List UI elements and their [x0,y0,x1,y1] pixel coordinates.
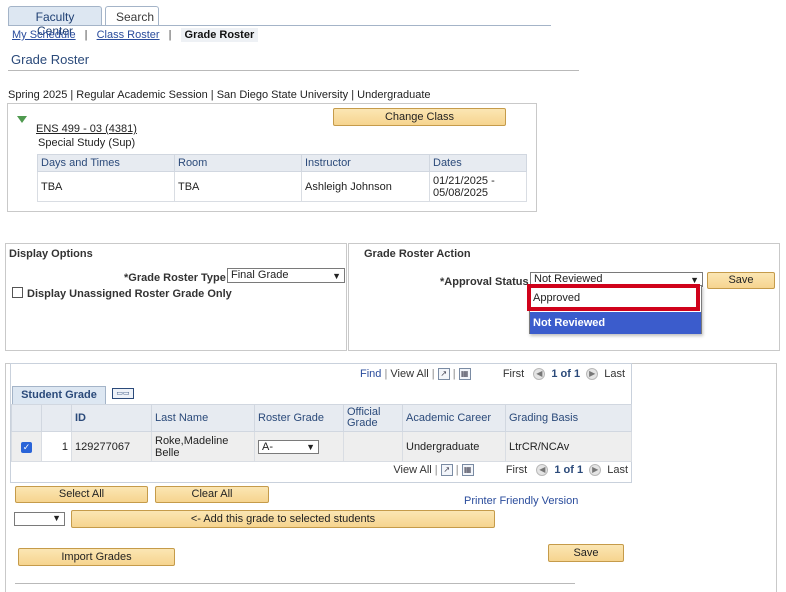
breadcrumb-class-roster[interactable]: Class Roster [97,29,160,41]
download-grid-icon[interactable]: ▦ [461,464,474,477]
previous-icon[interactable]: ◀ [536,464,549,477]
row-id: 129277067 [71,431,152,462]
last-link[interactable]: Last [607,464,628,476]
chevron-down-icon: ▼ [332,271,341,281]
breadcrumb-separator: | [168,29,172,41]
grade-select[interactable]: ▼ [14,512,65,526]
next-icon[interactable]: ▶ [589,464,602,477]
unassigned-label: Display Unassigned Roster Grade Only [27,288,232,300]
schedule-header-dates: Dates [429,154,527,172]
session-info: Spring 2025 | Regular Academic Session |… [8,89,431,101]
roster-action-title: Grade Roster Action [364,248,471,260]
page-title: Grade Roster [11,52,90,67]
change-class-button[interactable]: Change Class [333,108,506,126]
grades-table: ID Last Name Roster Grade Official Grade… [11,404,632,462]
display-options-title: Display Options [9,248,93,260]
chevron-down-icon: ▼ [306,441,315,452]
find-link[interactable]: Find [360,368,381,380]
unassigned-checkbox[interactable] [12,287,23,298]
add-grade-button[interactable]: <- Add this grade to selected students [71,510,495,528]
header-last-name: Last Name [151,404,255,432]
roster-grade-value: A- [262,440,273,453]
row-select-cell: ✓ [11,431,42,462]
schedule-header-days: Days and Times [37,154,175,172]
schedule-table: Days and Times Room Instructor Dates TBA… [37,154,527,202]
row-roster-grade-cell: A- ▼ [254,431,344,462]
view-all-link[interactable]: View All [393,464,431,476]
collapse-triangle-icon[interactable] [17,116,27,123]
header-official-grade: Official Grade [343,404,403,432]
tab-divider [8,25,551,26]
schedule-header-room: Room [174,154,302,172]
previous-icon[interactable]: ◀ [533,368,546,381]
next-icon[interactable]: ▶ [586,368,599,381]
display-options-panel: Display Options *Grade Roster Type Final… [5,243,347,351]
breadcrumb-current: Grade Roster [180,28,259,42]
view-all-link[interactable]: View All [390,368,428,380]
select-all-button[interactable]: Select All [15,486,148,503]
printer-friendly-link[interactable]: Printer Friendly Version [464,495,578,507]
header-row-num [41,404,72,432]
header-select [11,404,42,432]
last-link[interactable]: Last [604,368,625,380]
roster-type-label: *Grade Roster Type [124,272,226,284]
range-label: 1 of 1 [554,464,584,476]
title-divider [8,70,579,71]
tab-search[interactable]: Search [105,6,159,26]
tab-faculty-center[interactable]: Faculty Center [8,6,102,38]
breadcrumb-my-schedule[interactable]: My Schedule [12,29,76,41]
breadcrumb: My Schedule | Class Roster | Grade Roste… [12,28,259,42]
header-roster-grade: Roster Grade [254,404,344,432]
row-official-grade [343,431,403,462]
approval-save-button[interactable]: Save [707,272,775,289]
save-button[interactable]: Save [548,544,624,562]
zoom-icon[interactable]: ↗ [440,464,453,477]
schedule-room: TBA [174,171,302,202]
roster-type-select[interactable]: Final Grade ▼ [227,268,345,283]
approval-status-label: *Approval Status [440,276,529,288]
bottom-divider [15,583,575,584]
class-description: Special Study (Sup) [38,137,136,149]
row-select-checkbox[interactable]: ✓ [21,441,32,453]
row-number: 1 [41,431,72,462]
breadcrumb-separator: | [84,29,88,41]
header-grading-basis: Grading Basis [505,404,632,432]
grid-nav-top: Find | View All | ↗ | ▦ First ◀ 1 of 1 ▶… [360,368,625,381]
show-all-columns-icon[interactable]: ▭▭ [112,388,134,399]
download-grid-icon[interactable]: ▦ [458,368,471,381]
range-label: 1 of 1 [551,368,581,380]
roster-grade-select[interactable]: A- ▼ [258,439,319,454]
schedule-days: TBA [37,171,175,202]
header-academic-career: Academic Career [402,404,506,432]
dropdown-option-not-reviewed[interactable]: Not Reviewed [530,312,701,334]
student-grade-grid: Find | View All | ↗ | ▦ First ◀ 1 of 1 ▶… [10,363,632,483]
first-link[interactable]: First [506,464,527,476]
tab-student-grade[interactable]: Student Grade [12,386,106,404]
chevron-down-icon: ▼ [52,513,61,523]
schedule-instructor: Ashleigh Johnson [301,171,430,202]
class-info-panel: ENS 499 - 03 (4381) Special Study (Sup) … [7,103,537,212]
first-link[interactable]: First [503,368,524,380]
roster-type-value: Final Grade [231,269,289,281]
schedule-header-instructor: Instructor [301,154,430,172]
clear-all-button[interactable]: Clear All [155,486,269,503]
row-grading-basis: LtrCR/NCAv [505,431,632,462]
import-grades-button[interactable]: Import Grades [18,548,175,566]
highlight-box [527,284,700,311]
class-link[interactable]: ENS 499 - 03 (4381) [36,123,137,135]
row-career: Undergraduate [402,431,506,462]
grid-nav-bottom: View All | ↗ | ▦ First ◀ 1 of 1 ▶ Last [393,464,628,477]
header-id: ID [71,404,152,432]
table-row: ✓ 1 129277067 Roke,Madeline Belle A- ▼ U… [11,431,632,462]
zoom-icon[interactable]: ↗ [437,368,450,381]
row-last-name: Roke,Madeline Belle [151,431,255,462]
schedule-dates: 01/21/2025 - 05/08/2025 [429,171,527,202]
